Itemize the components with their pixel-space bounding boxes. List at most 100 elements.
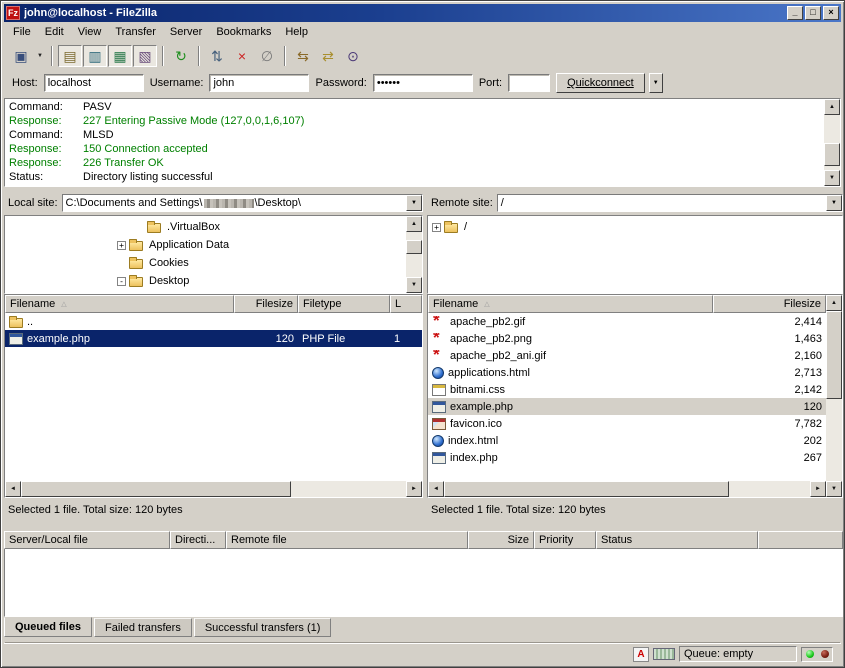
menu-item-help[interactable]: Help: [278, 23, 315, 41]
expand-plus-icon[interactable]: +: [117, 241, 126, 250]
remote-list-hscrollbar-right-icon[interactable]: ►: [810, 481, 826, 497]
column-header-filesize[interactable]: Filesize: [713, 295, 826, 313]
toggle-local-tree-button[interactable]: ▥: [83, 45, 107, 67]
remote-list-hscrollbar-left-icon[interactable]: ◄: [428, 481, 444, 497]
title-bar[interactable]: Fz john@localhost - FileZilla _ □ ×: [4, 4, 841, 22]
file-row-example-php[interactable]: example.php120PHP File1: [5, 330, 422, 347]
tab-queued-files[interactable]: Queued files: [4, 617, 92, 637]
remote-list-hscrollbar-track[interactable]: [444, 481, 810, 497]
column-header-filesize[interactable]: Filesize: [234, 295, 298, 313]
column-header-status[interactable]: Status: [596, 531, 758, 549]
local-list-hscrollbar-thumb[interactable]: [21, 481, 291, 497]
column-header-filetype[interactable]: Filetype: [298, 295, 390, 313]
file-row-index-php[interactable]: index.php267: [428, 449, 826, 466]
local-list-hscrollbar[interactable]: ◄►: [5, 481, 422, 497]
tree-item-root[interactable]: +/: [432, 218, 842, 236]
tree-item-virtualbox[interactable]: .VirtualBox: [9, 218, 406, 236]
message-log: Command:PASVResponse:227 Entering Passiv…: [4, 98, 841, 187]
expand-plus-icon[interactable]: +: [432, 223, 441, 232]
log-scrollbar[interactable]: ▲▼: [824, 99, 840, 186]
toggle-remote-tree-button[interactable]: ▦: [108, 45, 132, 67]
remote-list-vscrollbar[interactable]: ▲▼: [826, 295, 842, 497]
log-scrollbar-thumb[interactable]: [824, 143, 840, 166]
find-files-button[interactable]: ⊙: [341, 45, 365, 67]
file-row-applications-html[interactable]: applications.html2,713: [428, 364, 826, 381]
menu-item-view[interactable]: View: [71, 23, 109, 41]
username-input[interactable]: [209, 74, 309, 92]
remote-list-vscrollbar-thumb[interactable]: [826, 311, 842, 399]
refresh-button[interactable]: ↻: [169, 45, 193, 67]
file-row-apache-pb2-png[interactable]: apache_pb2.png1,463: [428, 330, 826, 347]
menu-bar: FileEditViewTransferServerBookmarksHelp: [4, 22, 841, 42]
port-input[interactable]: [508, 74, 550, 92]
local-tree-scrollbar-up-icon[interactable]: ▲: [406, 216, 422, 232]
remote-list-vscrollbar-up-icon[interactable]: ▲: [826, 295, 842, 311]
column-header-remote-file[interactable]: Remote file: [226, 531, 468, 549]
tree-label: Desktop: [147, 275, 191, 287]
remote-list-vscrollbar-down-icon[interactable]: ▼: [826, 481, 842, 497]
host-input[interactable]: [44, 74, 144, 92]
column-header-priority[interactable]: Priority: [534, 531, 596, 549]
column-header-server-local-file[interactable]: Server/Local file: [4, 531, 170, 549]
process-queue-button[interactable]: ⇅: [205, 45, 229, 67]
remote-site-dropdown-icon[interactable]: ▼: [826, 195, 842, 211]
local-tree-scrollbar-down-icon[interactable]: ▼: [406, 277, 422, 293]
local-list-hscrollbar-track[interactable]: [21, 481, 406, 497]
maximize-button[interactable]: □: [805, 6, 821, 20]
remote-list-vscrollbar-track[interactable]: [826, 311, 842, 481]
quickconnect-dropdown-button[interactable]: ▼: [649, 73, 663, 93]
local-list-hscrollbar-left-icon[interactable]: ◄: [5, 481, 21, 497]
speed-limit-icon[interactable]: [653, 648, 675, 660]
close-button[interactable]: ×: [823, 6, 839, 20]
data-type-ascii-icon[interactable]: A: [633, 647, 649, 662]
menu-item-transfer[interactable]: Transfer: [108, 23, 163, 41]
menu-item-edit[interactable]: Edit: [38, 23, 71, 41]
local-site-combo[interactable]: C:\Documents and Settings\\Desktop\ ▼: [62, 194, 423, 212]
tab-successful-transfers-1[interactable]: Successful transfers (1): [194, 618, 332, 637]
local-tree-scrollbar[interactable]: ▲▼: [406, 216, 422, 293]
cancel-button[interactable]: ×: [230, 45, 254, 67]
file-row-parent-directory[interactable]: ..: [5, 313, 422, 330]
log-scrollbar-up-icon[interactable]: ▲: [824, 99, 840, 115]
file-row-apache-pb2-gif[interactable]: apache_pb2.gif2,414: [428, 313, 826, 330]
menu-item-file[interactable]: File: [6, 23, 38, 41]
local-site-dropdown-icon[interactable]: ▼: [406, 195, 422, 211]
minimize-button[interactable]: _: [787, 6, 803, 20]
tree-item-cookies[interactable]: Cookies: [9, 254, 406, 272]
local-tree-scrollbar-track[interactable]: [406, 232, 422, 277]
tree-item-application-data[interactable]: +Application Data: [9, 236, 406, 254]
column-header-filename[interactable]: Filename△: [5, 295, 234, 313]
synchronized-browsing-button[interactable]: ⇄: [316, 45, 340, 67]
file-row-favicon-ico[interactable]: favicon.ico7,782: [428, 415, 826, 432]
toggle-message-log-button[interactable]: ▤: [58, 45, 82, 67]
collapse-minus-icon[interactable]: -: [117, 277, 126, 286]
log-scrollbar-down-icon[interactable]: ▼: [824, 170, 840, 186]
file-row-bitnami-css[interactable]: bitnami.css2,142: [428, 381, 826, 398]
site-manager-button[interactable]: ▣: [9, 45, 33, 67]
directory-comparison-button[interactable]: ⇆: [291, 45, 315, 67]
site-manager-dropdown-button[interactable]: ▼: [34, 45, 46, 67]
remote-list-hscrollbar[interactable]: ◄►: [428, 481, 826, 497]
filename-text: ..: [27, 316, 33, 328]
password-input[interactable]: [373, 74, 473, 92]
remote-list-hscrollbar-thumb[interactable]: [444, 481, 729, 497]
file-row-index-html[interactable]: index.html202: [428, 432, 826, 449]
file-row-example-php[interactable]: example.php120: [428, 398, 826, 415]
local-tree-scrollbar-thumb[interactable]: [406, 240, 422, 254]
menu-item-server[interactable]: Server: [163, 23, 209, 41]
quickconnect-button[interactable]: Quickconnect: [556, 73, 645, 93]
column-header-filename[interactable]: Filename△: [428, 295, 713, 313]
tree-item-desktop[interactable]: - Desktop: [9, 272, 406, 290]
disconnect-button[interactable]: ∅: [255, 45, 279, 67]
toggle-queue-button[interactable]: ▧: [133, 45, 157, 67]
local-list-hscrollbar-right-icon[interactable]: ►: [406, 481, 422, 497]
tab-failed-transfers[interactable]: Failed transfers: [94, 618, 192, 637]
toolbar-separator: [162, 46, 164, 66]
file-row-apache-pb2-ani-gif[interactable]: apache_pb2_ani.gif2,160: [428, 347, 826, 364]
remote-site-combo[interactable]: / ▼: [497, 194, 843, 212]
menu-item-bookmarks[interactable]: Bookmarks: [209, 23, 278, 41]
column-header-directi[interactable]: Directi...: [170, 531, 226, 549]
column-header-l[interactable]: L: [390, 295, 422, 313]
log-scrollbar-track[interactable]: [824, 115, 840, 170]
column-header-size[interactable]: Size: [468, 531, 534, 549]
